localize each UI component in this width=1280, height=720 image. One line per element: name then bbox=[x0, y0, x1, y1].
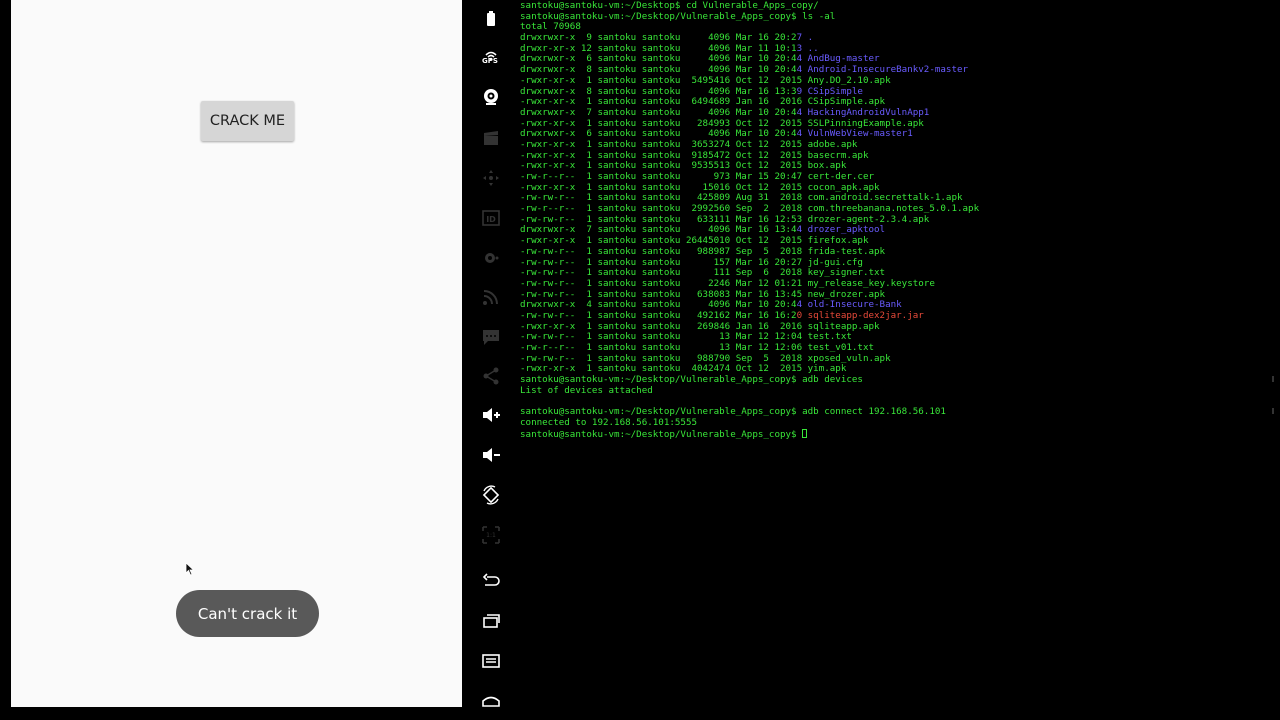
mouse-cursor-icon bbox=[185, 562, 195, 576]
terminal-line-meta: drwxrwxr-x 6 santoku santoku 4096 Mar 10… bbox=[520, 128, 797, 140]
terminal-cursor bbox=[802, 428, 808, 438]
rotate-icon[interactable] bbox=[480, 484, 502, 506]
rss-icon[interactable] bbox=[480, 286, 502, 308]
terminal-line: connected to 192.168.56.101:5555 bbox=[520, 416, 698, 428]
terminal-line-meta: drwxrwxr-x 9 santoku santoku 4096 Mar 16… bbox=[520, 32, 797, 44]
gps-label: GPS bbox=[482, 57, 498, 65]
terminal-line: List of devices attached bbox=[520, 384, 653, 396]
terminal-window[interactable]: santoku@santoku-vm:~/Desktop$ cd Vulnera… bbox=[518, 0, 1272, 720]
camera-icon[interactable] bbox=[480, 86, 502, 108]
terminal-line-meta: drwxrwxr-x 4 santoku santoku 4096 Mar 10… bbox=[520, 299, 797, 311]
recent-apps-icon[interactable] bbox=[480, 610, 502, 632]
terminal-line-meta: -rw-rw-r-- 1 santoku santoku 492162 Mar … bbox=[520, 309, 797, 321]
settings-cog-icon[interactable] bbox=[480, 247, 502, 269]
volume-down-icon[interactable] bbox=[480, 444, 502, 466]
terminal-filename: 3 .. bbox=[796, 42, 819, 54]
back-icon[interactable] bbox=[480, 570, 502, 592]
terminal-line: santoku@santoku-vm:~/Desktop/Vulnerable_… bbox=[520, 10, 836, 22]
terminal-filename: 4 HackingAndroidVulnApp1 bbox=[796, 106, 930, 118]
terminal-line: santoku@santoku-vm:~/Desktop/Vulnerable_… bbox=[520, 428, 1272, 439]
terminal-line-meta: drwxrwxr-x 8 santoku santoku 4096 Mar 10… bbox=[520, 64, 797, 76]
toast-message: Can't crack it bbox=[176, 590, 319, 637]
terminal-filename: 4 VulnWebView-master1 bbox=[796, 128, 913, 140]
terminal-line-meta: drwxrwxr-x 7 santoku santoku 4096 Mar 10… bbox=[520, 106, 797, 118]
move-icon[interactable] bbox=[480, 167, 502, 189]
terminal-line-meta: drwxrwxr-x 7 santoku santoku 4096 Mar 16… bbox=[520, 224, 797, 236]
terminal-line: -rw-rw-r-- 1 santoku santoku 988987 Sep … bbox=[520, 245, 886, 257]
volume-up-icon[interactable] bbox=[480, 404, 502, 426]
terminal-filename: 4 old-Insecure-Bank bbox=[796, 299, 902, 311]
terminal-filename: 4 drozer_apktool bbox=[796, 224, 886, 236]
terminal-filename: 7 . bbox=[796, 32, 814, 44]
terminal-filename: 9 CSipSimple bbox=[796, 85, 863, 97]
terminal-line-meta: drwxrwxr-x 6 santoku santoku 4096 Mar 10… bbox=[520, 53, 797, 65]
home-icon[interactable] bbox=[480, 690, 502, 712]
svg-text:ID: ID bbox=[486, 215, 496, 224]
crack-me-button[interactable]: CRACK ME bbox=[201, 101, 294, 141]
sms-icon[interactable] bbox=[480, 326, 502, 348]
terminal-line-meta: drwxrwxr-x 8 santoku santoku 4096 Mar 16… bbox=[520, 85, 797, 97]
terminal-filename: 4 AndBug-master bbox=[796, 53, 880, 65]
emulator-screen: CRACK ME Can't crack it bbox=[11, 0, 462, 707]
terminal-line-meta: drwxr-xr-x 12 santoku santoku 4096 Mar 1… bbox=[520, 42, 797, 54]
menu-icon[interactable] bbox=[480, 650, 502, 672]
terminal-filename: 4 Android-InsecureBankv2-master bbox=[796, 64, 969, 76]
clapperboard-icon[interactable] bbox=[480, 127, 502, 149]
scrollbar-marker bbox=[1272, 408, 1274, 414]
scale-icon[interactable]: 1:1 bbox=[480, 524, 502, 546]
id-icon[interactable]: ID bbox=[480, 207, 502, 229]
share-icon[interactable] bbox=[480, 365, 502, 387]
svg-text:1:1: 1:1 bbox=[486, 532, 496, 539]
terminal-line: drwxrwxr-x 7 santoku santoku 4096 Mar 10… bbox=[520, 106, 1272, 119]
emulator-toolbar: GPS ID 1:1 bbox=[462, 0, 518, 720]
terminal-filename: 0 sqliteapp-dex2jar.jar bbox=[796, 309, 924, 321]
battery-icon[interactable] bbox=[480, 8, 502, 30]
terminal-line: -rw-rw-r-- 1 santoku santoku 2246 Mar 12… bbox=[520, 277, 935, 289]
scrollbar-marker bbox=[1272, 376, 1274, 382]
